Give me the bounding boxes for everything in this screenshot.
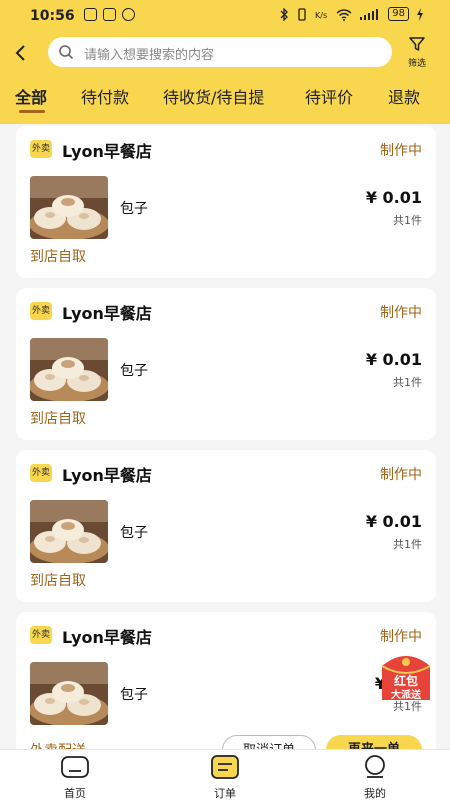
order-status: 制作中 [380,305,422,321]
order-card[interactable]: 外卖 Lyon早餐店 制作中 包子 ¥ 0.01 共1件 到店自取 [16,288,436,440]
back-button[interactable] [10,40,34,66]
product-image[interactable] [30,338,108,401]
vibrate-icon [298,7,306,21]
bottom-nav: 首页 订单 我的 [0,749,450,801]
product-name: 包子 [120,201,148,217]
order-quantity: 共1件 [393,538,422,551]
chat-notification-icon [122,8,135,21]
system-icons: K/s 98 [280,7,424,21]
tab-pending-receipt[interactable]: 待收货/待自提 [163,84,264,108]
nav-home[interactable]: 首页 [45,754,105,801]
order-status: 制作中 [380,467,422,483]
order-price: ¥ 0.01 [365,188,422,207]
battery-icon: 98 [388,7,409,21]
shop-name[interactable]: Lyon早餐店 [62,462,152,486]
delivery-method: 到店自取 [30,573,86,589]
product-name: 包子 [120,525,148,541]
shop-name[interactable]: Lyon早餐店 [62,138,152,162]
delivery-method: 到店自取 [30,411,86,427]
search-input[interactable]: 请输入想要搜索的内容 [48,37,392,67]
product-name: 包子 [120,687,148,703]
order-tabs: 全部 待付款 待收货/待自提 待评价 退款 [0,80,450,120]
tab-refund[interactable]: 退款 [388,84,420,108]
nav-profile-label: 我的 [364,787,386,800]
red-packet-promo[interactable]: 红包 大派送 [378,650,434,702]
nav-orders-label: 订单 [214,787,236,800]
wifi-icon [336,8,352,21]
product-image[interactable] [30,500,108,563]
product-image[interactable] [30,176,108,239]
filter-icon [409,37,425,51]
order-price: ¥ 0.01 [365,350,422,369]
header: 10:56 K/s 98 请输入想要搜索的内容 筛选 全部 待付款 待收货/待自… [0,0,450,124]
nfc-icon [84,8,97,21]
delivery-badge: 外卖 [30,464,52,482]
data-speed-icon: K/s [315,11,327,20]
profile-icon [365,755,385,778]
home-icon [61,756,89,778]
order-icon [211,755,239,779]
product-image[interactable] [30,662,108,725]
nav-orders[interactable]: 订单 [195,754,255,801]
promo-line2: 大派送 [391,690,421,701]
tab-pending-review[interactable]: 待评价 [305,84,353,108]
status-time: 10:56 [30,8,75,24]
status-bar: 10:56 K/s 98 [0,0,450,32]
delivery-badge: 外卖 [30,140,52,158]
order-status: 制作中 [380,629,422,645]
nav-home-label: 首页 [64,787,86,800]
search-icon [59,45,74,60]
search-row: 请输入想要搜索的内容 筛选 [0,36,450,70]
signal-icon [360,8,379,20]
product-name: 包子 [120,363,148,379]
app-notification-icon [103,8,116,21]
filter-button[interactable]: 筛选 [402,36,432,70]
tab-pending-payment[interactable]: 待付款 [81,84,129,108]
active-tab-indicator [19,110,45,113]
delivery-badge: 外卖 [30,626,52,644]
charging-icon [417,7,423,21]
search-placeholder: 请输入想要搜索的内容 [84,48,215,63]
order-status: 制作中 [380,143,422,159]
notification-icons [84,8,135,21]
tab-all[interactable]: 全部 [15,84,47,108]
order-quantity: 共1件 [393,214,422,227]
order-quantity: 共1件 [393,376,422,389]
shop-name[interactable]: Lyon早餐店 [62,300,152,324]
svg-text:K/s: K/s [315,11,327,20]
order-price: ¥ 0.01 [365,512,422,531]
shop-name[interactable]: Lyon早餐店 [62,624,152,648]
order-card[interactable]: 外卖 Lyon早餐店 制作中 包子 ¥ 0.01 共1件 到店自取 [16,450,436,602]
delivery-method: 到店自取 [30,249,86,265]
nav-profile[interactable]: 我的 [345,754,405,801]
back-arrow-icon [15,45,25,61]
bluetooth-icon [280,7,289,21]
delivery-badge: 外卖 [30,302,52,320]
order-card[interactable]: 外卖 Lyon早餐店 制作中 包子 ¥ 0.01 共1件 到店自取 [16,126,436,278]
filter-label: 筛选 [407,59,426,69]
